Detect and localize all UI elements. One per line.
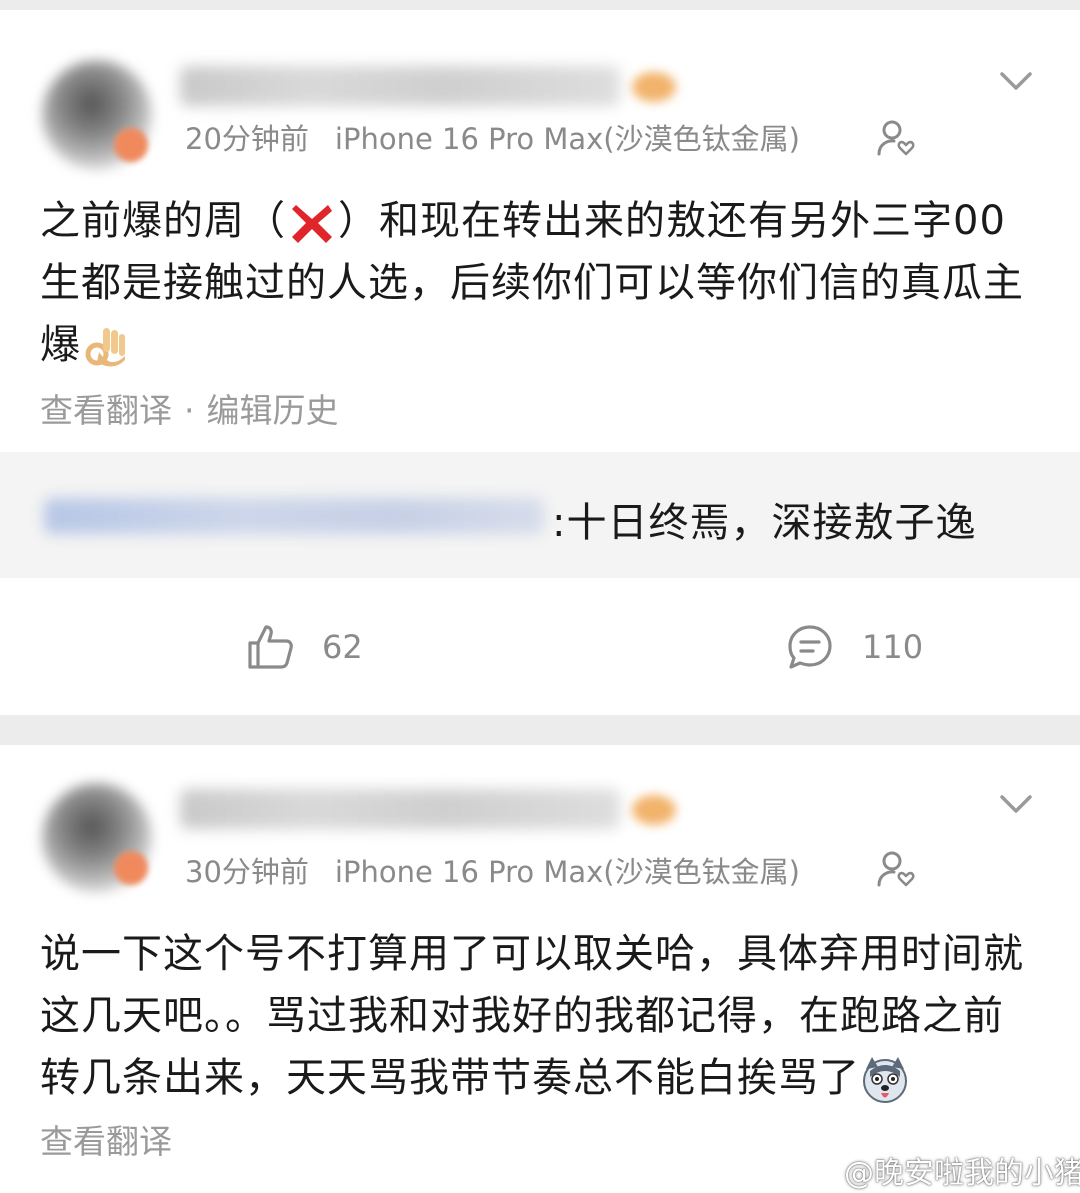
weibo-logo-icon (800, 1156, 838, 1186)
post-body: 说一下这个号不打算用了可以取关哈，具体弃用时间就这几天吧。。骂过我和对我好的我都… (40, 923, 1040, 1109)
username-blurred[interactable] (180, 789, 620, 829)
post-meta: 30分钟前 iPhone 16 Pro Max(沙漠色钛金属) (185, 849, 800, 891)
avatar-badge-icon (114, 128, 148, 162)
chevron-down-icon[interactable] (996, 789, 1036, 819)
post-device: iPhone 16 Pro Max(沙漠色钛金属) (334, 855, 800, 889)
watermark: @晚安啦我的小猪 (800, 1148, 1080, 1192)
post-time: 20分钟前 (185, 122, 309, 156)
post-device: iPhone 16 Pro Max(沙漠色钛金属) (334, 122, 800, 156)
edit-history-link[interactable]: 编辑历史 (207, 391, 339, 430)
quoted-text: :十日终焉，深接敖子逸 (552, 500, 977, 546)
link-separator: · (184, 391, 195, 430)
post-links: 查看翻译 · 编辑历史 (40, 384, 339, 432)
quoted-comment[interactable]: :十日终焉，深接敖子逸 (0, 452, 1080, 578)
comment-button[interactable]: 110 (786, 622, 923, 672)
comment-icon (788, 625, 832, 669)
like-button[interactable]: 62 (246, 622, 363, 672)
translate-link[interactable]: 查看翻译 (40, 1122, 172, 1161)
add-friend-icon[interactable] (876, 118, 916, 158)
chevron-down-icon[interactable] (996, 66, 1036, 96)
comment-count: 110 (862, 628, 924, 666)
avatar-badge-icon (114, 851, 148, 885)
post-time: 30分钟前 (185, 855, 309, 889)
post-text-part: 之前爆的周（ (40, 198, 286, 244)
vip-badge-icon (632, 795, 676, 825)
post-body: 之前爆的周（ ）和现在转出来的敖还有另外三字00生都是接触过的人选，后续你们可以… (40, 190, 1040, 376)
add-friend-icon[interactable] (876, 849, 916, 889)
quoted-username-blurred[interactable] (44, 498, 544, 534)
post-links: 查看翻译 (40, 1115, 172, 1163)
ok-hand-emoji (85, 328, 125, 367)
translate-link[interactable]: 查看翻译 (40, 391, 172, 430)
husky-emoji (863, 1057, 907, 1103)
vip-badge-icon (632, 72, 676, 102)
username-blurred[interactable] (180, 66, 620, 106)
post-meta: 20分钟前 iPhone 16 Pro Max(沙漠色钛金属) (185, 116, 800, 158)
watermark-text: @晚安啦我的小猪 (844, 1156, 1080, 1191)
thumbs-up-icon (248, 625, 293, 669)
post-card: 20分钟前 iPhone 16 Pro Max(沙漠色钛金属) 之前爆的周（ ）和… (0, 10, 1080, 715)
like-count: 62 (322, 628, 363, 666)
red-cross-icon (292, 205, 332, 243)
post-card: 30分钟前 iPhone 16 Pro Max(沙漠色钛金属) 说一下这个号不打算… (0, 745, 1080, 1193)
